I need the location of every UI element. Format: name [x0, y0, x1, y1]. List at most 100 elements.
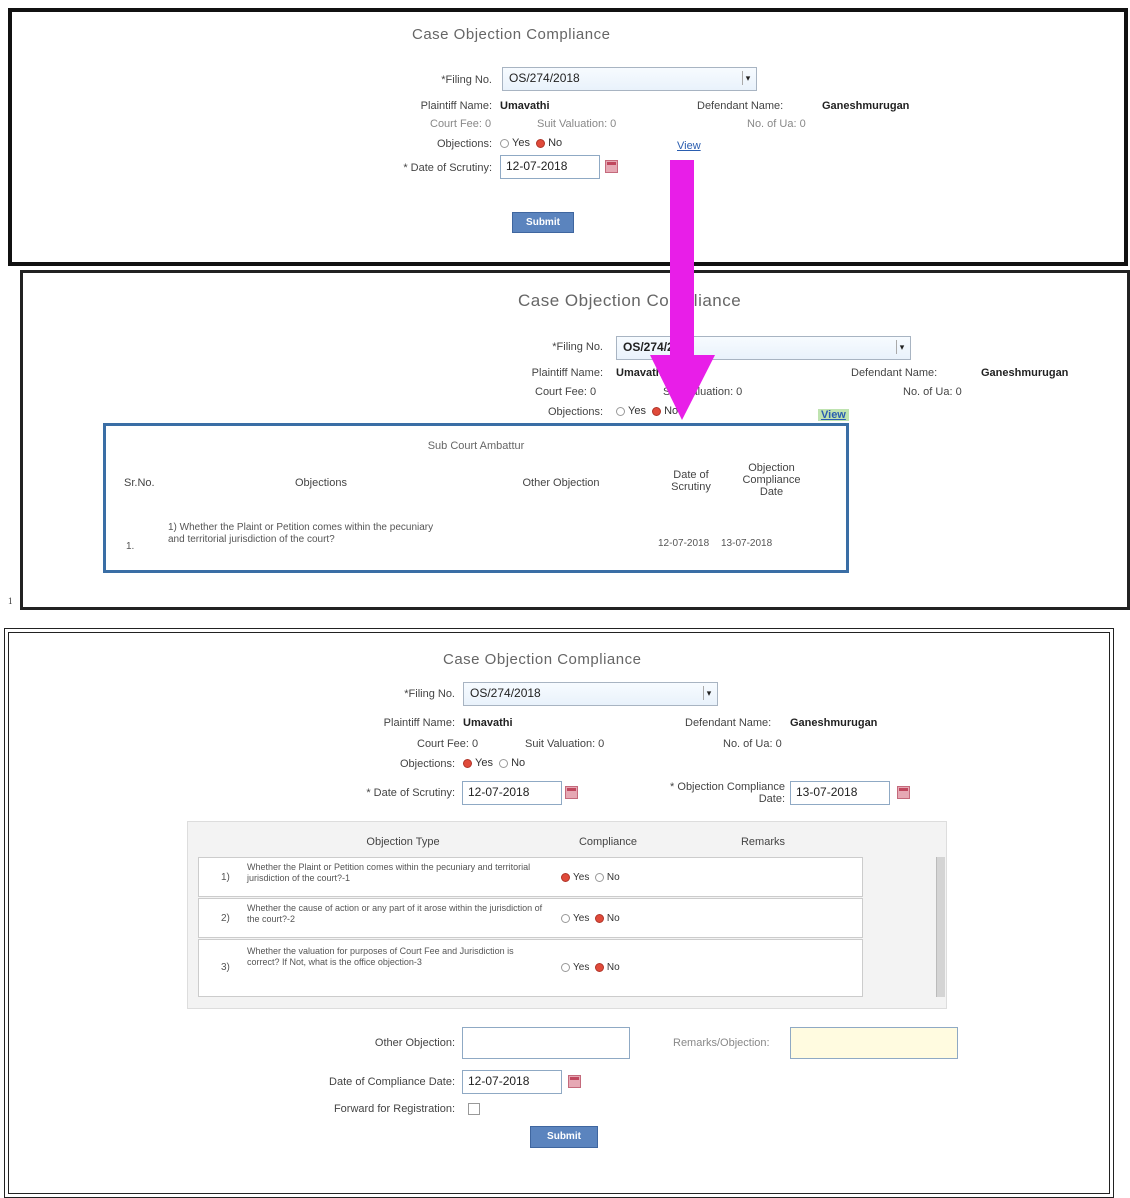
col-other-objection: Other Objection: [522, 477, 600, 489]
view-link[interactable]: View: [818, 409, 849, 421]
filing-no-value: OS/274/2018: [470, 686, 541, 700]
plaintiff-label: Plaintiff Name:: [420, 100, 492, 112]
date-of-compliance-input[interactable]: 12-07-2018: [462, 1070, 562, 1094]
other-objection-input[interactable]: [462, 1027, 630, 1059]
arrow-head: [650, 355, 715, 420]
objections-label: Objections:: [399, 758, 455, 770]
scrutiny-date-input[interactable]: 12-07-2018: [500, 155, 600, 179]
scrutiny-date-label: * Date of Scrutiny:: [366, 787, 455, 799]
col-remarks: Remarks: [740, 836, 785, 848]
defendant-value: Ganeshmurugan: [822, 100, 910, 112]
defendant-value: Ganeshmurugan: [790, 717, 878, 729]
forward-registration-checkbox[interactable]: [468, 1103, 480, 1115]
submit-button[interactable]: Submit: [530, 1126, 598, 1148]
submit-button[interactable]: Submit: [512, 212, 574, 233]
row-objection: 1) Whether the Plaint or Petition comes …: [168, 522, 434, 545]
objections-no-radio[interactable]: [499, 758, 509, 768]
chevron-down-icon: ▾: [742, 71, 753, 85]
flow-arrow: [650, 160, 715, 420]
page-title: Case Objection Compliance: [443, 651, 642, 668]
no-of-ua: No. of Ua: 0: [723, 738, 782, 750]
footnote-number: 1: [8, 596, 13, 606]
col-date-of-scrutiny: Date of Scrutiny: [671, 469, 711, 493]
court-fee: Court Fee: 0: [417, 738, 479, 750]
compliance-yes-radio[interactable]: [561, 962, 570, 972]
objection-table: Objection Type Compliance Remarks 1) Whe…: [187, 821, 947, 1009]
row-number: 2): [221, 913, 230, 924]
objections-yes-radio[interactable]: [463, 758, 472, 768]
calendar-icon[interactable]: [897, 786, 910, 799]
objections-label: Objections:: [547, 406, 603, 418]
col-compliance-date: Objection Compliance Date: [742, 462, 801, 498]
no-label: No: [606, 913, 620, 924]
filing-no-value: OS/274/2018: [509, 71, 580, 85]
filing-no-label: *Filing No.: [441, 74, 492, 86]
date-of-compliance-label: Date of Compliance Date:: [329, 1076, 455, 1088]
scrutiny-date-label: * Date of Scrutiny:: [403, 162, 492, 174]
chevron-down-icon: ▾: [896, 340, 907, 354]
remarks-label: Remarks/Objection:: [673, 1037, 770, 1049]
defendant-label: Defendant Name:: [697, 100, 784, 112]
compliance-yes-radio[interactable]: [561, 872, 570, 882]
page-title: Case Objection Compliance: [412, 26, 611, 43]
row-objection-text: Whether the valuation for purposes of Co…: [247, 946, 514, 967]
defendant-value: Ganeshmurugan: [981, 367, 1069, 379]
row-objection-text: Whether the Plaint or Petition comes wit…: [247, 862, 531, 883]
compliance-yes-radio[interactable]: [561, 913, 570, 923]
row-sr-no: 1.: [126, 541, 135, 552]
other-objection-label: Other Objection:: [374, 1037, 455, 1049]
no-label: No: [606, 962, 620, 973]
col-objection-type: Objection Type: [366, 836, 440, 848]
calendar-icon[interactable]: [605, 160, 618, 173]
compliance-no-radio[interactable]: [594, 962, 604, 972]
filing-no-label: *Filing No.: [404, 688, 455, 700]
row-objection-text: Whether the cause of action or any part …: [247, 903, 543, 924]
objections-no-radio[interactable]: [536, 138, 546, 148]
objections-radio-group: Yes No: [500, 137, 562, 149]
table-scrollbar[interactable]: [936, 857, 945, 997]
col-sr-no: Sr.No.: [124, 477, 155, 489]
compliance-radio-group: Yes No: [561, 913, 620, 924]
objections-yes-radio[interactable]: [500, 138, 509, 148]
calendar-icon[interactable]: [565, 786, 578, 799]
court-fee: Court Fee: 0: [430, 118, 492, 130]
row-number: 1): [221, 872, 230, 883]
plaintiff-value: Umavathi: [500, 100, 550, 112]
compliance-date-input[interactable]: 13-07-2018: [790, 781, 890, 805]
remarks-input[interactable]: [790, 1027, 958, 1059]
yes-label: Yes: [475, 757, 493, 769]
objections-radio-group: Yes No: [463, 757, 525, 769]
no-label: No: [606, 872, 620, 883]
row-number: 3): [221, 962, 230, 973]
compliance-date-label: * Objection Compliance Date:: [670, 781, 785, 805]
col-objections: Objections: [295, 477, 347, 489]
panel-objection-compliance: Case Objection Compliance *Filing No. OS…: [4, 628, 1114, 1198]
filing-no-select[interactable]: OS/274/2018 ▾: [463, 682, 718, 706]
filing-no-label: *Filing No.: [552, 341, 603, 353]
yes-label: Yes: [573, 872, 590, 883]
yes-label: Yes: [573, 913, 590, 924]
objection-popup: Sub Court Ambattur Sr.No. Objections Oth…: [103, 423, 849, 573]
arrow-shaft: [670, 160, 694, 360]
compliance-no-radio[interactable]: [594, 913, 604, 923]
court-fee: Court Fee: 0: [535, 386, 597, 398]
compliance-radio-group: Yes No: [561, 962, 620, 973]
defendant-label: Defendant Name:: [685, 717, 772, 729]
scrutiny-date-input[interactable]: 12-07-2018: [462, 781, 562, 805]
panel-objection-popup: Case Objection Compliance *Filing No. OS…: [20, 270, 1130, 610]
popup-title: Sub Court Ambattur: [427, 440, 525, 452]
plaintiff-value: Umavathi: [463, 717, 513, 729]
defendant-label: Defendant Name:: [851, 367, 938, 379]
yes-label: Yes: [573, 962, 590, 973]
no-of-ua: No. of Ua: 0: [747, 118, 806, 130]
objections-yes-radio[interactable]: [616, 406, 625, 416]
compliance-radio-group: Yes No: [561, 872, 620, 883]
no-label: No: [511, 757, 526, 769]
compliance-no-radio[interactable]: [594, 872, 604, 882]
calendar-icon[interactable]: [568, 1075, 581, 1088]
no-label: No: [548, 137, 563, 149]
plaintiff-label: Plaintiff Name:: [531, 367, 603, 379]
filing-no-select[interactable]: OS/274/2018 ▾: [502, 67, 757, 91]
table-row: 1) Whether the Plaint or Petition comes …: [198, 857, 863, 897]
suit-valuation: Suit Valuation: 0: [537, 118, 617, 130]
